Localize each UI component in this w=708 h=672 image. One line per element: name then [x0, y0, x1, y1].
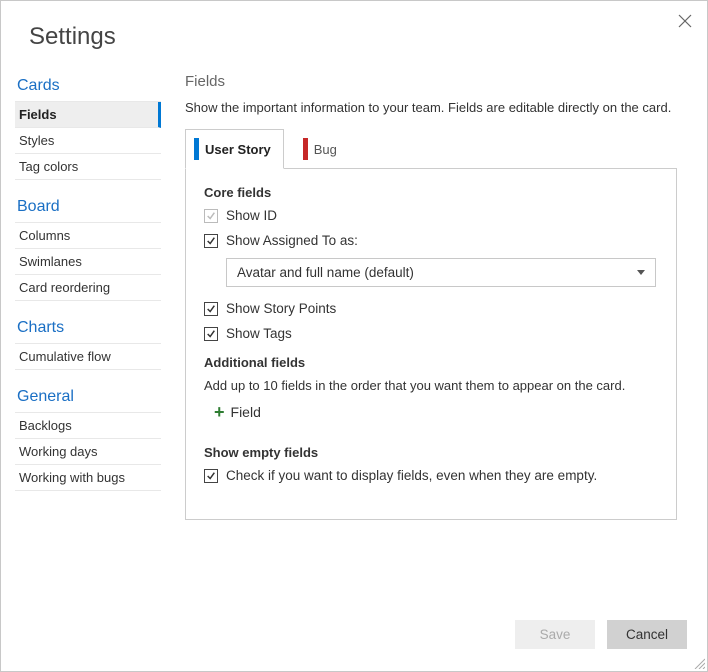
tab-stripe-icon — [194, 138, 199, 160]
check-icon — [206, 329, 216, 339]
sidebar-item-tag-colors[interactable]: Tag colors — [15, 154, 161, 180]
sidebar-item-styles[interactable]: Styles — [15, 128, 161, 154]
tab-label: Bug — [314, 142, 337, 157]
show-id-checkbox[interactable] — [204, 209, 218, 223]
show-empty-checkbox[interactable] — [204, 469, 218, 483]
sidebar-section-cards: Cards — [15, 69, 161, 102]
tab-content: Core fields Show ID Show Assigned To as:… — [185, 168, 677, 520]
sidebar-item-backlogs[interactable]: Backlogs — [15, 413, 161, 439]
add-field-button[interactable]: + Field — [214, 403, 658, 421]
sidebar-item-columns[interactable]: Columns — [15, 223, 161, 249]
core-field-row: Show Story Points — [204, 301, 658, 316]
dialog-title: Settings — [1, 1, 707, 69]
check-icon — [206, 236, 216, 246]
sidebar-item-working-with-bugs[interactable]: Working with bugs — [15, 465, 161, 491]
core-field-row: Show Assigned To as: — [204, 233, 658, 248]
core-fields-title: Core fields — [204, 185, 658, 200]
assigned-to-value: Avatar and full name (default) — [237, 265, 414, 280]
save-button[interactable]: Save — [515, 620, 595, 649]
show-id-label: Show ID — [226, 208, 277, 223]
sidebar-item-working-days[interactable]: Working days — [15, 439, 161, 465]
show-tags-checkbox[interactable] — [204, 327, 218, 341]
show-assigned-to-checkbox[interactable] — [204, 234, 218, 248]
additional-fields-desc: Add up to 10 fields in the order that yo… — [204, 378, 658, 393]
cancel-button[interactable]: Cancel — [607, 620, 687, 649]
show-story-points-checkbox[interactable] — [204, 302, 218, 316]
empty-field-row: Check if you want to display fields, eve… — [204, 468, 658, 483]
tab-user-story[interactable]: User Story — [185, 129, 284, 169]
core-field-row: Show Tags — [204, 326, 658, 341]
resize-grip-icon — [693, 657, 705, 669]
sidebar-item-fields[interactable]: Fields — [15, 102, 161, 128]
sidebar-section-charts: Charts — [15, 311, 161, 344]
chevron-down-icon — [637, 270, 645, 275]
sidebar-section-board: Board — [15, 190, 161, 223]
main-panel: Fields Show the important information to… — [161, 69, 707, 620]
close-icon — [678, 14, 692, 28]
resize-grip[interactable] — [693, 657, 705, 669]
sidebar-item-cumulative-flow[interactable]: Cumulative flow — [15, 344, 161, 370]
show-assigned-to-label: Show Assigned To as: — [226, 233, 358, 248]
check-icon — [206, 211, 216, 221]
sidebar: Cards Fields Styles Tag colors Board Col… — [1, 69, 161, 620]
tab-bug[interactable]: Bug — [294, 129, 350, 169]
show-story-points-label: Show Story Points — [226, 301, 336, 316]
sidebar-section-general: General — [15, 380, 161, 413]
sidebar-item-swimlanes[interactable]: Swimlanes — [15, 249, 161, 275]
settings-dialog: Settings Cards Fields Styles Tag colors … — [0, 0, 708, 672]
add-field-label: Field — [231, 404, 261, 420]
tabs: User Story Bug — [185, 129, 677, 169]
additional-fields-title: Additional fields — [204, 355, 658, 370]
close-button[interactable] — [677, 13, 693, 29]
core-field-row: Show ID — [204, 208, 658, 223]
sidebar-item-card-reordering[interactable]: Card reordering — [15, 275, 161, 301]
tab-stripe-icon — [303, 138, 308, 160]
plus-icon: + — [214, 403, 225, 421]
check-icon — [206, 471, 216, 481]
page-description: Show the important information to your t… — [185, 100, 677, 115]
dialog-footer: Save Cancel — [1, 620, 707, 671]
check-icon — [206, 304, 216, 314]
tab-label: User Story — [205, 142, 271, 157]
show-empty-label: Check if you want to display fields, eve… — [226, 468, 597, 483]
show-tags-label: Show Tags — [226, 326, 292, 341]
empty-fields-title: Show empty fields — [204, 445, 658, 460]
assigned-to-select[interactable]: Avatar and full name (default) — [226, 258, 656, 287]
page-title: Fields — [185, 73, 677, 90]
